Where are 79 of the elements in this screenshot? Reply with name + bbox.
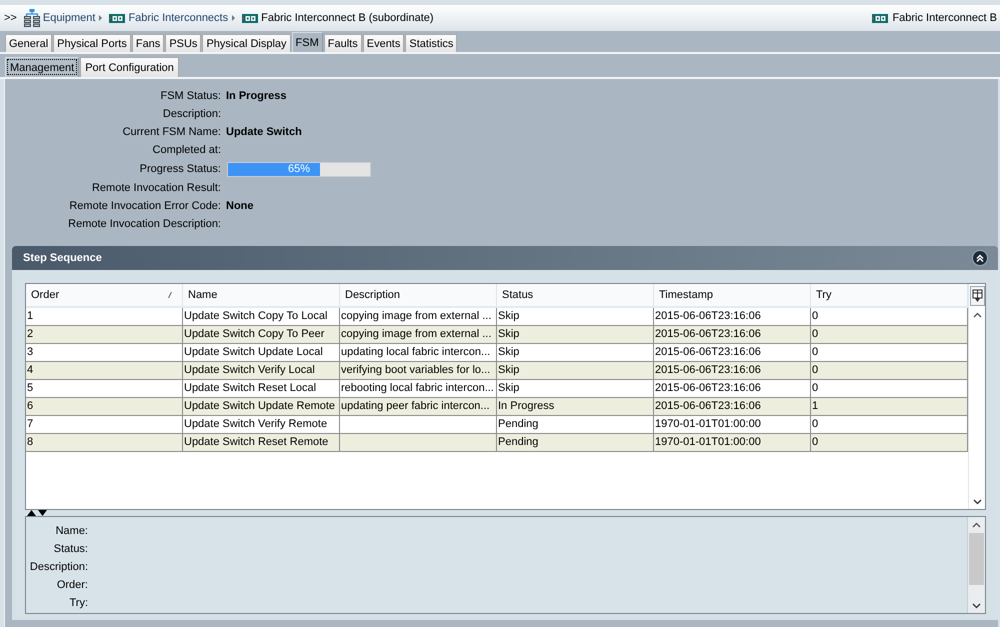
tab[interactable]: General <box>5 34 52 52</box>
field-value: None <box>226 199 254 214</box>
breadcrumb-link[interactable]: Fabric Interconnects <box>128 12 228 24</box>
switch-icon <box>872 14 888 22</box>
field-label: Description: <box>28 560 88 575</box>
table-cell: 2015-06-06T23:16:06 <box>654 326 811 344</box>
table-cell: 2015-06-06T23:16:06 <box>654 362 811 380</box>
field-value: In Progress <box>226 89 288 104</box>
field-label: Remote Invocation Description: <box>67 217 221 232</box>
tab[interactable]: PSUs <box>165 34 202 52</box>
column-chooser-icon[interactable] <box>970 286 984 306</box>
navigation-toggle-button[interactable]: >> <box>4 12 17 24</box>
field-label: Name: <box>54 524 88 539</box>
field-label: Description: <box>162 107 221 122</box>
table-cell: In Progress <box>497 398 654 416</box>
collapse-icon[interactable] <box>972 250 988 266</box>
table-cell: 1970-01-01T01:00:00 <box>654 434 811 452</box>
column-header[interactable]: Try <box>811 284 968 308</box>
table-cell: 6 <box>26 398 183 416</box>
table-cell: Pending <box>497 434 654 452</box>
breadcrumb-current: Fabric Interconnect B (subordinate) <box>261 12 434 24</box>
scroll-down-icon[interactable] <box>972 603 981 609</box>
field-label: Progress Status: <box>138 162 221 177</box>
table-cell: verifying boot variables for lo... <box>340 362 497 380</box>
tab[interactable]: FSM <box>292 32 323 52</box>
table-cell: 8 <box>26 434 183 452</box>
caret-icon <box>99 15 102 21</box>
table-cell: 2015-06-06T23:16:06 <box>654 398 811 416</box>
breadcrumb-link[interactable]: Equipment <box>42 12 96 24</box>
subtab[interactable]: Port Configuration <box>80 57 179 77</box>
field-label: Status: <box>52 542 88 557</box>
scrollbar[interactable] <box>967 517 985 613</box>
column-header[interactable]: Description <box>340 284 497 308</box>
tab[interactable]: Faults <box>324 34 362 52</box>
table-cell: Update Switch Verify Local <box>183 362 340 380</box>
field-label: Remote Invocation Result: <box>90 181 221 196</box>
caret-icon <box>232 15 236 21</box>
field-value: Update Switch <box>226 125 303 140</box>
column-header[interactable]: Name <box>183 284 340 308</box>
field-label: Completed at: <box>152 143 221 158</box>
switch-icon <box>242 14 258 22</box>
table-cell: 4 <box>26 362 183 380</box>
scroll-up-icon[interactable] <box>972 522 981 528</box>
table-cell: Update Switch Reset Remote <box>183 434 340 452</box>
column-header[interactable]: Status <box>497 284 654 308</box>
progress-reading: 65% <box>286 162 312 176</box>
field-label: Order: <box>56 578 88 593</box>
tab[interactable]: Physical Display <box>202 34 291 52</box>
scroll-down-icon[interactable] <box>972 499 982 505</box>
field-label: FSM Status: <box>159 89 221 104</box>
sort-icon <box>168 292 172 298</box>
table-cell: 0 <box>811 434 968 452</box>
table-cell: Update Switch Update Remote <box>183 398 340 416</box>
table-cell: Skip <box>497 326 654 344</box>
splitter-arrows-icon[interactable] <box>27 510 47 516</box>
field-label: Current FSM Name: <box>122 125 221 140</box>
server-rack-icon <box>24 9 40 27</box>
field-label: Remote Invocation Error Code: <box>68 199 221 214</box>
selected-object-label: Fabric Interconnect B <box>892 12 997 24</box>
scroll-up-icon[interactable] <box>972 312 982 318</box>
table-cell: 1 <box>811 398 968 416</box>
table-cell: 0 <box>811 326 968 344</box>
table-cell: 2 <box>26 326 183 344</box>
column-header[interactable]: Order <box>26 284 183 308</box>
field-label: Try: <box>68 596 88 611</box>
tab[interactable]: Statistics <box>405 34 458 52</box>
tab[interactable]: Physical Ports <box>53 34 131 52</box>
tab[interactable]: Events <box>362 34 404 52</box>
table-cell: 0 <box>811 362 968 380</box>
subtab[interactable]: Management <box>5 57 80 77</box>
panel-title: Step Sequence <box>23 252 102 264</box>
scrollbar-thumb[interactable] <box>969 533 984 585</box>
table-cell: copying image from external ... <box>340 326 497 344</box>
table-cell: updating peer fabric intercon... <box>340 398 497 416</box>
column-header[interactable]: Timestamp <box>654 284 811 308</box>
table-cell: Skip <box>497 362 654 380</box>
tab[interactable]: Fans <box>132 34 164 52</box>
switch-icon <box>109 14 126 22</box>
table-cell: Update Switch Copy To Peer <box>183 326 340 344</box>
